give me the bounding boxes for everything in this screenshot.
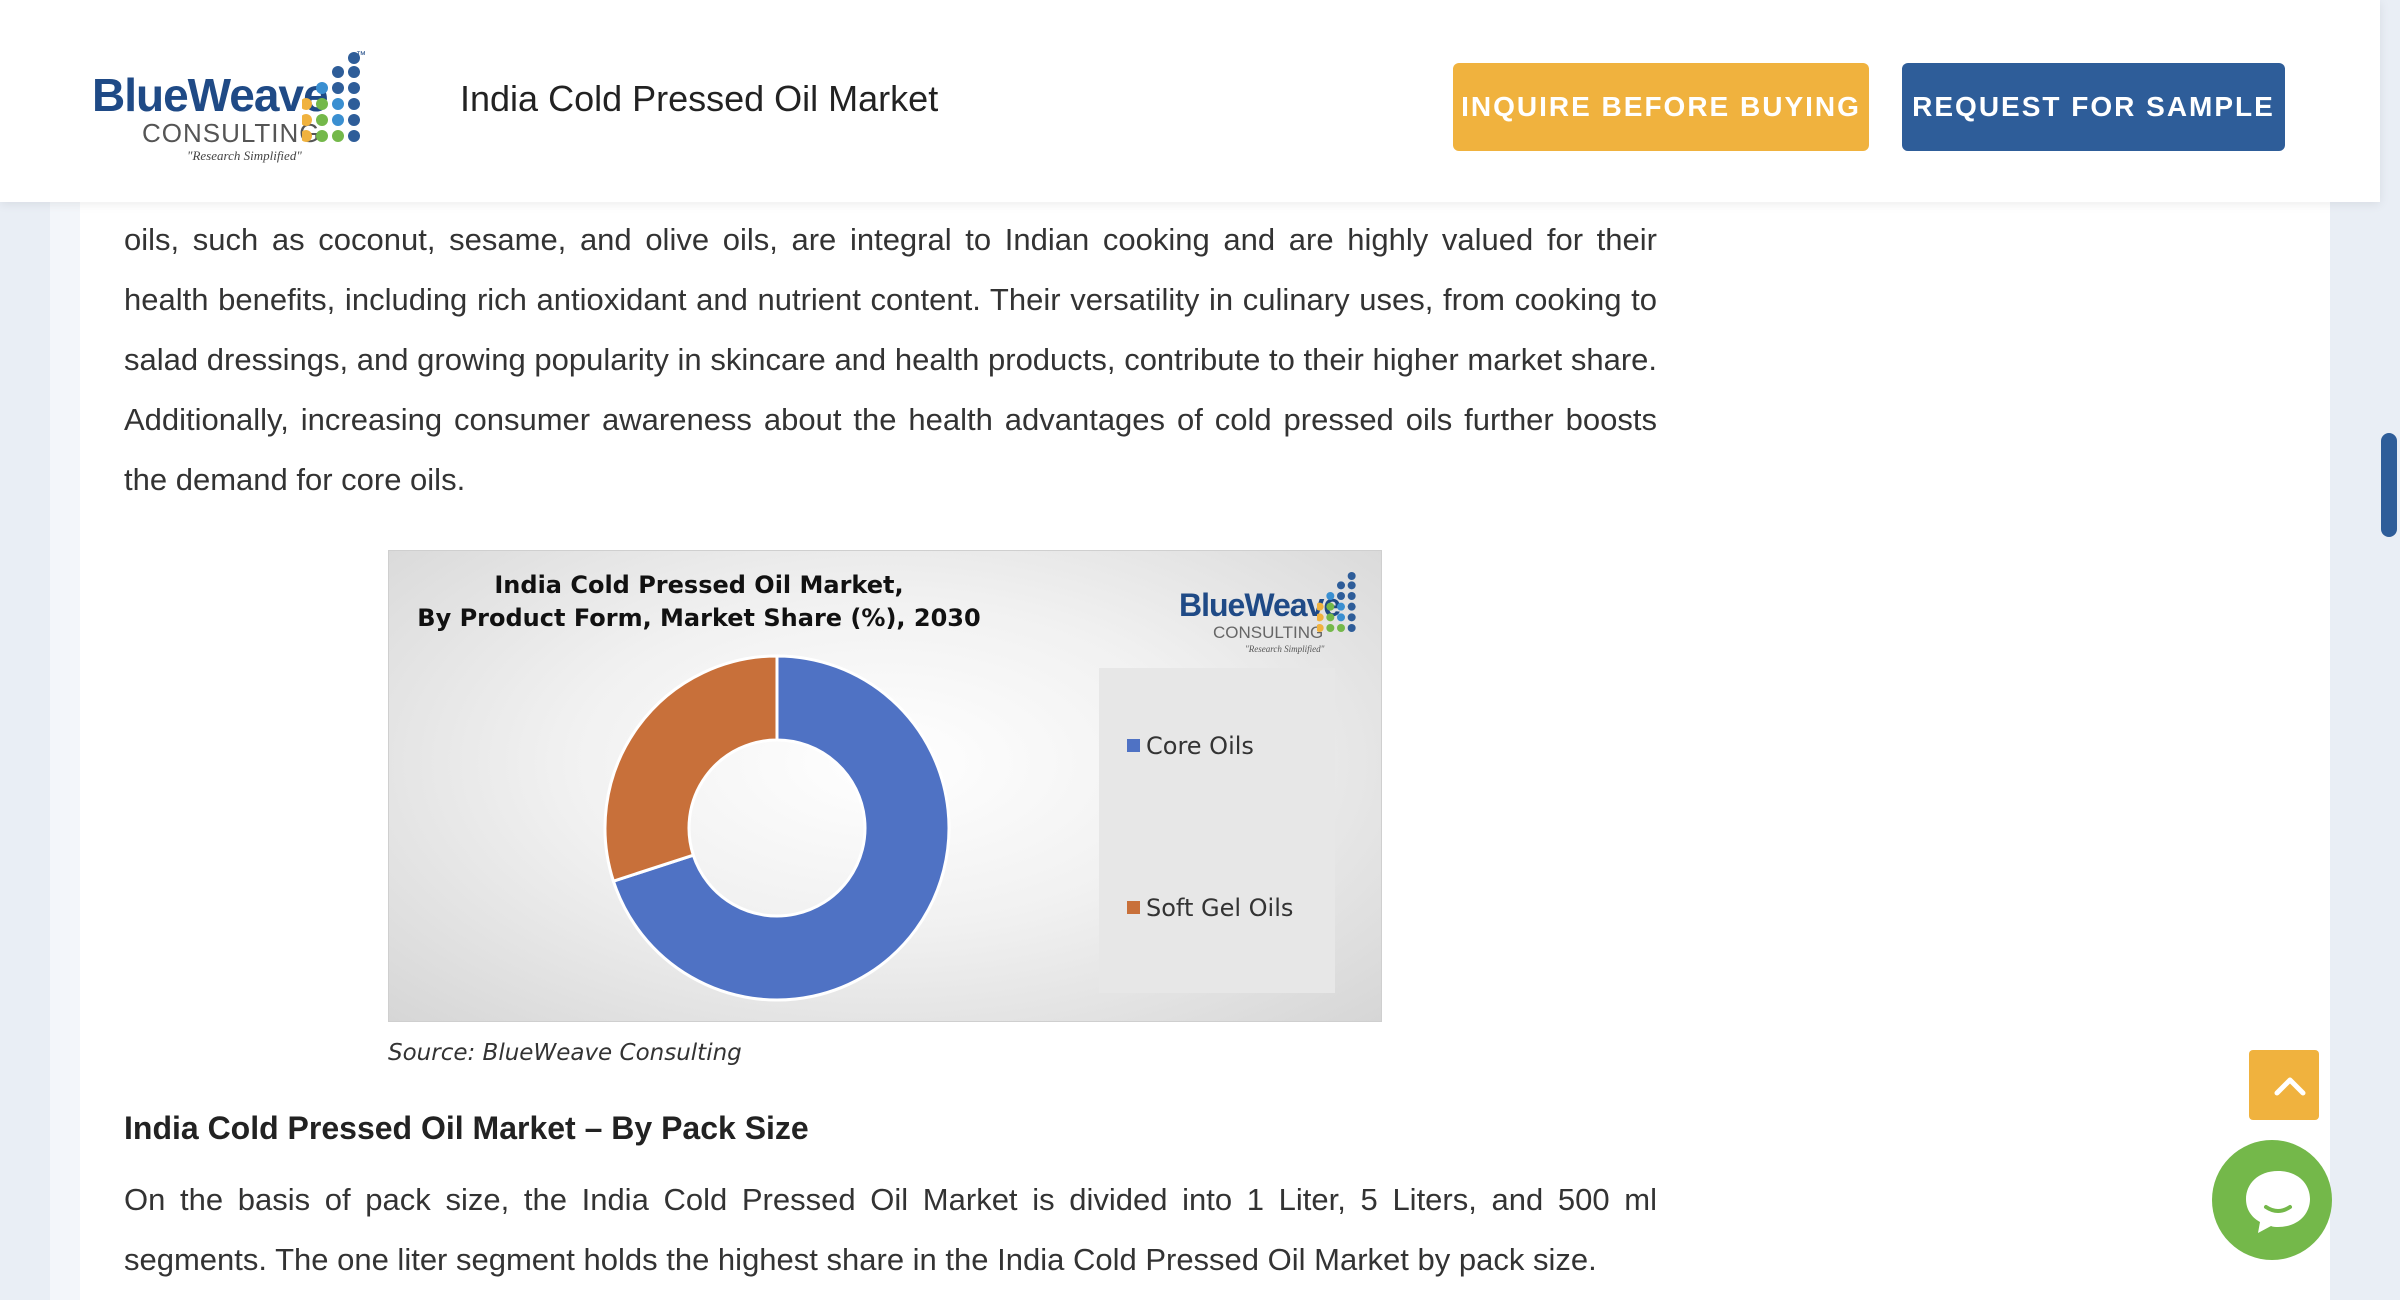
company-logo[interactable]: BlueWeave CONSULTING "Research Simplifie…	[92, 48, 382, 168]
chart-logo-tagline: "Research Simplified"	[1245, 644, 1325, 654]
chat-widget-button[interactable]	[2212, 1140, 2332, 1260]
market-share-chart: India Cold Pressed Oil Market, By Produc…	[388, 550, 1382, 1022]
legend-swatch-core-oils	[1127, 739, 1140, 752]
site-header: BlueWeave CONSULTING "Research Simplifie…	[0, 0, 2380, 202]
chart-logo-subtitle: CONSULTING	[1213, 623, 1324, 642]
donut-slice-soft-gel-oils	[603, 654, 779, 884]
legend-label: Soft Gel Oils	[1146, 894, 1294, 922]
chart-logo: BlueWeave CONSULTING "Research Simplifie…	[1179, 569, 1369, 659]
scrollbar-thumb[interactable]	[2381, 433, 2397, 537]
legend-item-core-oils: Core Oils	[1127, 732, 1254, 760]
article-paragraph: On the basis of pack size, the India Col…	[124, 1182, 1657, 1277]
scroll-to-top-button[interactable]	[2249, 1050, 2319, 1120]
logo-subtitle: CONSULTING	[142, 118, 321, 148]
legend-label: Core Oils	[1146, 732, 1254, 760]
request-sample-button[interactable]: REQUEST FOR SAMPLE	[1902, 63, 2285, 151]
section-heading: India Cold Pressed Oil Market – By Pack …	[124, 1110, 809, 1146]
chart-logo-wordmark: BlueWeave	[1179, 587, 1341, 623]
chevron-up-icon	[2274, 1077, 2306, 1096]
logo-tagline: "Research Simplified"	[187, 148, 302, 163]
chat-bubble-icon	[2246, 1171, 2310, 1233]
chart-logo-dots-icon	[1317, 572, 1356, 632]
legend-item-soft-gel-oils: Soft Gel Oils	[1127, 894, 1293, 922]
inquire-before-buying-button[interactable]: INQUIRE BEFORE BUYING	[1453, 63, 1869, 151]
logo-wordmark: BlueWeave	[92, 69, 329, 121]
chart-legend: Core Oils Soft Gel Oils	[1099, 668, 1335, 993]
article-paragraph: oils, such as coconut, sesame, and olive…	[124, 222, 1657, 497]
chart-source-caption: Source: BlueWeave Consulting	[388, 1040, 742, 1066]
logo-dots-icon	[302, 52, 360, 142]
legend-swatch-soft-gel-oils	[1127, 901, 1140, 914]
page-title: India Cold Pressed Oil Market	[460, 78, 939, 119]
